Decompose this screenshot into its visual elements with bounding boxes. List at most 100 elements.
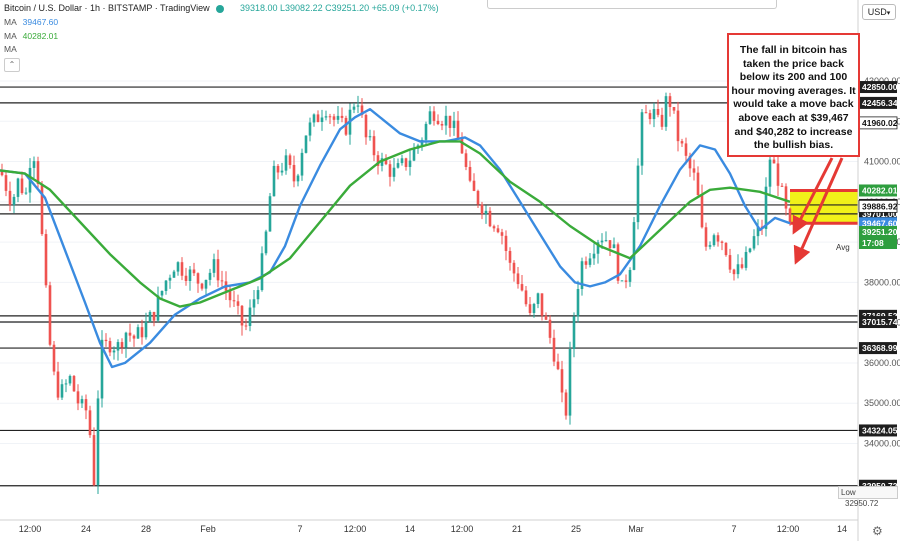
candle-body (320, 117, 324, 123)
candle-body (408, 160, 412, 167)
candle-body (520, 284, 524, 291)
candle-body (608, 240, 612, 249)
candle-body (572, 316, 576, 350)
candle-body (584, 261, 588, 265)
ma2-label: MA (4, 31, 17, 41)
candle-body (448, 115, 452, 128)
candle-body (316, 114, 320, 123)
candle-body (696, 172, 700, 196)
ma1-label: MA (4, 17, 17, 27)
x-tick-label: 24 (81, 524, 91, 534)
y-tick-label: 41000.00 (864, 157, 900, 167)
candle-body (8, 190, 12, 205)
candle-body (208, 272, 212, 280)
candle-body (232, 300, 236, 302)
candle-body (188, 269, 192, 282)
ohlc-values: 39318.00 L39082.22 C39251.20 +65.09 (+0.… (240, 3, 439, 13)
time-axis: 12:00 24 28 Feb 7 12:00 14 12:00 21 25 Mar 7 12:00 14 (19, 524, 847, 534)
low-value: 32950.72 (845, 499, 879, 508)
candle-body (48, 285, 52, 345)
candle-body (136, 327, 140, 339)
low-label: Low 32950.72 (838, 486, 898, 508)
candle-body (68, 375, 72, 384)
candle-body (412, 148, 416, 161)
candle-body (768, 159, 772, 187)
candle-body (172, 271, 176, 278)
ma2-legend[interactable]: MA 40282.01 (4, 31, 58, 41)
low-tag: Low (841, 488, 856, 497)
candle-body (452, 120, 456, 128)
candle-body (700, 195, 704, 228)
candle-body (180, 262, 184, 276)
candle-body (660, 114, 664, 127)
symbol-title[interactable]: Bitcoin / U.S. Dollar · 1h · BITSTAMP · … (4, 3, 210, 13)
candle-body (784, 186, 788, 209)
x-tick-label: 21 (512, 524, 522, 534)
y-tick-label: 34000.00 (864, 439, 900, 449)
price-tag-label: 39251.20 (862, 227, 898, 237)
x-tick-label: 12:00 (344, 524, 367, 534)
level-tag-label: 36368.99 (862, 343, 898, 353)
currency-selector[interactable]: USD▾ (862, 4, 896, 20)
candle-body (184, 275, 188, 282)
candle-body (576, 289, 580, 317)
candle-body (368, 136, 372, 138)
settings-gear-icon[interactable]: ⚙ (872, 524, 883, 538)
y-tick-label: 38000.00 (864, 277, 900, 287)
candle-body (256, 290, 260, 300)
candle-body (656, 109, 660, 115)
price-tag-label: 39886.92 (862, 201, 898, 211)
candle-body (624, 280, 628, 282)
candle-body (636, 165, 640, 223)
candle-body (284, 155, 288, 171)
candle-body (440, 124, 444, 126)
candle-body (212, 259, 216, 273)
candle-body (272, 165, 276, 197)
candle-body (524, 290, 528, 305)
volume-legend[interactable]: MA (4, 44, 17, 54)
candle-body (192, 269, 196, 274)
candle-body (632, 222, 636, 270)
x-tick-label: 7 (731, 524, 736, 534)
currency-label: USD (867, 7, 887, 17)
candle-body (512, 262, 516, 274)
candle-body (724, 242, 728, 256)
candle-body (80, 399, 84, 404)
candle-body (252, 299, 256, 308)
candle-body (32, 161, 36, 168)
candle-body (372, 136, 376, 156)
candle-body (104, 339, 108, 342)
ma1-legend[interactable]: MA 39467.60 (4, 17, 58, 27)
candle-body (156, 295, 160, 321)
candle-body (720, 241, 724, 243)
candle-body (496, 228, 500, 233)
chevron-up-icon: ⌃ (8, 60, 16, 69)
candle-body (652, 109, 656, 120)
candle-body (264, 231, 268, 254)
y-tick-label: 36000.00 (864, 358, 900, 368)
x-tick-label: Mar (628, 524, 644, 534)
collapse-legend-button[interactable]: ⌃ (4, 58, 20, 72)
candle-body (112, 350, 116, 353)
candle-body (504, 235, 508, 251)
candle-body (752, 236, 756, 249)
candle-body (152, 311, 156, 321)
candle-body (528, 304, 532, 313)
candle-body (260, 253, 264, 291)
candle-body (60, 384, 64, 398)
candle-body (484, 210, 488, 214)
annotation-line: and $40,282 to increase (734, 125, 853, 138)
candle-body (684, 143, 688, 156)
chart-window: { "header": { "symbol": "Bitcoin / U.S. … (0, 0, 900, 541)
x-tick-label: 12:00 (451, 524, 474, 534)
candle-body (92, 435, 96, 486)
candle-body (776, 163, 780, 186)
candle-body (328, 116, 332, 118)
candle-body (148, 311, 152, 322)
candle-body (108, 341, 112, 353)
chevron-down-icon: ▾ (886, 10, 891, 17)
candle-body (336, 115, 340, 120)
floating-toolbar[interactable] (487, 0, 777, 9)
candle-body (72, 375, 76, 392)
x-tick-label: 25 (571, 524, 581, 534)
